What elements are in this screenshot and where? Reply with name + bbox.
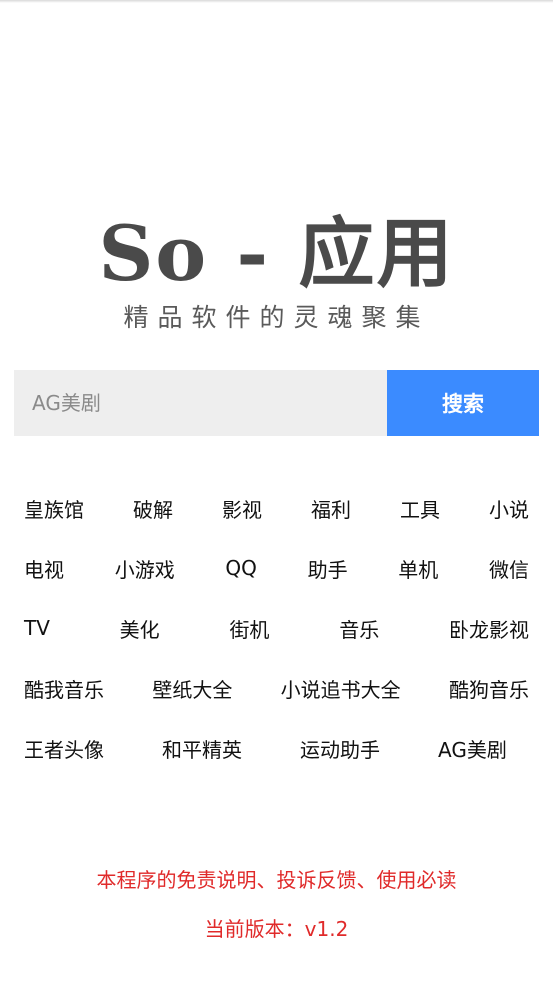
- tag-item[interactable]: 小游戏: [105, 548, 185, 589]
- app-logo: So - 应用 精品软件的灵魂聚集: [0, 208, 553, 334]
- tag-item[interactable]: 音乐: [329, 608, 389, 649]
- tag-item[interactable]: 电视: [14, 548, 74, 589]
- disclaimer-link[interactable]: 本程序的免责说明、投诉反馈、使用必读: [0, 864, 553, 893]
- status-bar-edge: [0, 0, 553, 3]
- tag-row: TV 美化 街机 音乐 卧龙影视: [14, 598, 539, 658]
- tag-item[interactable]: 酷我音乐: [14, 668, 114, 709]
- tag-item[interactable]: 微信: [479, 548, 539, 589]
- tag-grid: 皇族馆 破解 影视 福利 工具 小说 电视 小游戏 QQ 助手 单机 微信 TV…: [14, 478, 539, 778]
- tag-item[interactable]: 街机: [219, 608, 279, 649]
- tag-row: 酷我音乐 壁纸大全 小说追书大全 酷狗音乐: [14, 658, 539, 718]
- tag-row: 王者头像 和平精英 运动助手 AG美剧: [14, 718, 539, 778]
- tag-row: 电视 小游戏 QQ 助手 单机 微信: [14, 538, 539, 598]
- tag-item[interactable]: 影视: [212, 488, 272, 529]
- tag-item[interactable]: TV: [14, 610, 60, 646]
- tag-item[interactable]: 和平精英: [152, 728, 252, 769]
- tag-item[interactable]: 工具: [390, 488, 450, 529]
- tag-item[interactable]: AG美剧: [428, 728, 517, 769]
- tag-item[interactable]: 美化: [110, 608, 170, 649]
- version-text: 当前版本：v1.2: [204, 917, 349, 941]
- logo-subtitle: 精品软件的灵魂聚集: [123, 303, 430, 332]
- tag-item[interactable]: 皇族馆: [14, 488, 94, 529]
- tag-row: 皇族馆 破解 影视 福利 工具 小说: [14, 478, 539, 538]
- tag-item[interactable]: 小说: [479, 488, 539, 529]
- tag-item[interactable]: 小说追书大全: [271, 668, 411, 709]
- tag-item[interactable]: 王者头像: [14, 728, 114, 769]
- tag-item[interactable]: QQ: [215, 550, 266, 586]
- tag-item[interactable]: 单机: [388, 548, 448, 589]
- tag-item[interactable]: 助手: [298, 548, 358, 589]
- tag-item[interactable]: 卧龙影视: [439, 608, 539, 649]
- search-button[interactable]: 搜索: [387, 370, 539, 436]
- tag-item[interactable]: 壁纸大全: [142, 668, 242, 709]
- search-input[interactable]: [14, 370, 387, 436]
- logo-title: So - 应用: [98, 209, 455, 298]
- search-bar: 搜索: [14, 370, 539, 436]
- tag-item[interactable]: 酷狗音乐: [439, 668, 539, 709]
- tag-item[interactable]: 福利: [301, 488, 361, 529]
- tag-item[interactable]: 破解: [123, 488, 183, 529]
- tag-item[interactable]: 运动助手: [290, 728, 390, 769]
